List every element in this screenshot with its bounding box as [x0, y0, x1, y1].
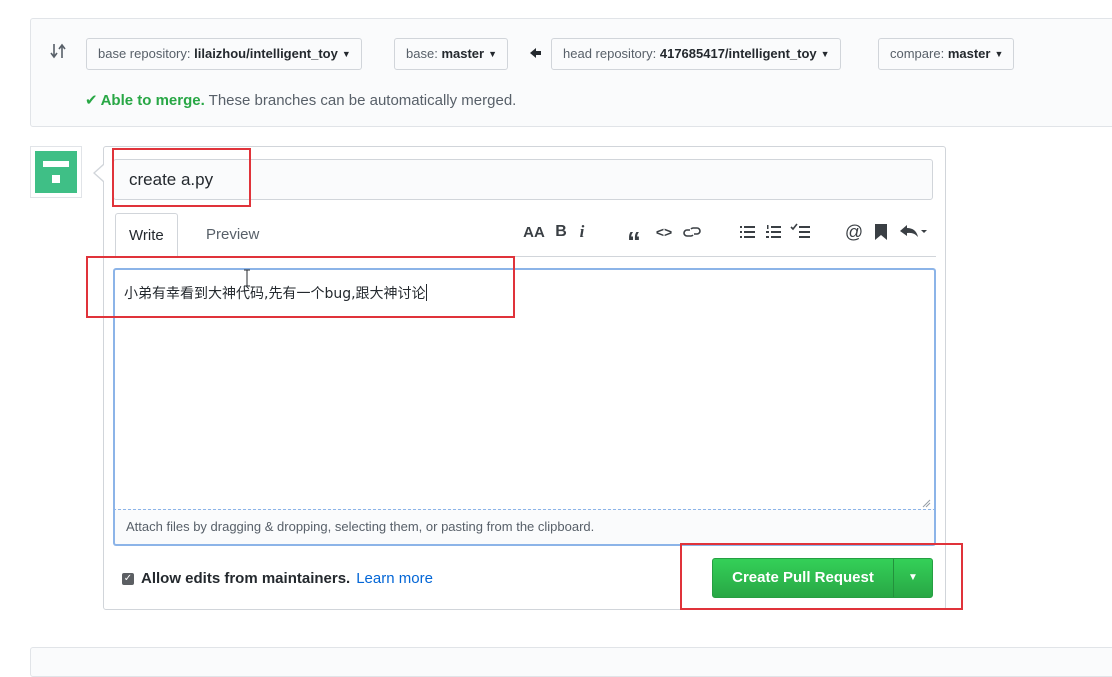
mention-icon[interactable]: @ — [844, 220, 864, 244]
top-strip — [0, 0, 1112, 4]
reply-icon[interactable] — [898, 220, 928, 244]
base-repository-select[interactable]: base repository: lilaizhou/intelligent_t… — [86, 38, 362, 70]
highlight-box-submit — [680, 543, 963, 610]
caret-down-icon: ▼ — [820, 49, 830, 59]
caret-down-icon: ▼ — [994, 49, 1004, 59]
head-repository-select[interactable]: head repository: 417685417/intelligent_t… — [551, 38, 841, 70]
bullet-list-icon[interactable] — [739, 220, 757, 244]
base-branch-select[interactable]: base: master ▼ — [394, 38, 508, 70]
avatar[interactable] — [30, 146, 82, 198]
task-list-icon[interactable] — [790, 220, 812, 244]
text-size-icon[interactable]: AA — [522, 220, 546, 244]
code-icon[interactable]: <> — [654, 220, 674, 244]
link-icon[interactable] — [682, 220, 702, 244]
caret-down-icon: ▼ — [488, 49, 497, 59]
italic-icon[interactable]: i — [576, 220, 588, 244]
compare-branch-select[interactable]: compare: master ▼ — [878, 38, 1015, 70]
next-section-box — [30, 647, 1112, 677]
tab-preview[interactable]: Preview — [193, 213, 272, 257]
check-icon: ✔ — [85, 92, 98, 109]
resize-grip-icon[interactable] — [922, 499, 931, 508]
numbered-list-icon[interactable] — [765, 220, 783, 244]
merge-status: ✔ Able to merge. These branches can be au… — [85, 92, 517, 109]
compare-range-panel: base repository: lilaizhou/intelligent_t… — [30, 18, 1112, 127]
learn-more-link[interactable]: Learn more — [356, 570, 433, 587]
bold-icon[interactable]: B — [553, 220, 569, 244]
highlight-box-body — [86, 256, 515, 318]
highlight-box-title — [112, 148, 251, 207]
arrow-left-icon — [530, 48, 541, 58]
saved-reply-icon[interactable] — [873, 220, 889, 244]
allow-edits-row: ✓ Allow edits from maintainers. Learn mo… — [122, 570, 433, 587]
attach-files-bar[interactable]: Attach files by dragging & dropping, sel… — [113, 509, 936, 546]
compare-icon — [50, 43, 66, 59]
allow-edits-checkbox[interactable]: ✓ — [122, 572, 134, 585]
quote-icon[interactable]: “ — [624, 220, 644, 256]
allow-edits-label: Allow edits from maintainers. — [141, 570, 351, 587]
tab-write[interactable]: Write — [115, 213, 178, 257]
caret-down-icon: ▼ — [341, 49, 351, 59]
